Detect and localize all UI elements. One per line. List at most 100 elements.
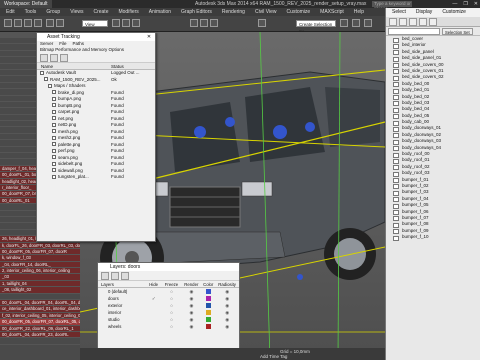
layers-col-name[interactable]: Layers — [98, 281, 146, 287]
layer-active-check[interactable] — [146, 288, 162, 295]
color-swatch[interactable] — [205, 310, 211, 315]
geometry-filter-icon[interactable] — [399, 18, 407, 26]
layer-active-check[interactable] — [146, 316, 162, 323]
menu-item-edit[interactable]: Edit — [6, 9, 15, 15]
render-icon[interactable]: ◉ — [181, 309, 201, 316]
close-button[interactable]: ✕ — [474, 1, 478, 7]
layer-color[interactable] — [201, 316, 215, 323]
color-swatch[interactable] — [205, 289, 211, 294]
render-icon[interactable]: ◉ — [181, 323, 201, 330]
angle-snap-icon[interactable] — [200, 19, 208, 27]
link-icon[interactable] — [24, 19, 32, 27]
menu-item-help[interactable]: Help — [354, 9, 364, 15]
layers-col-freeze[interactable]: Freeze — [162, 281, 182, 287]
layer-color[interactable] — [201, 295, 215, 302]
move-icon[interactable] — [112, 19, 120, 27]
layer-row[interactable]: 0 (default) ○ ◉ ◉ — [98, 288, 239, 295]
color-swatch[interactable] — [205, 296, 211, 301]
layer-row[interactable]: studio ○ ◉ ◉ — [98, 316, 239, 323]
minimize-button[interactable]: — — [452, 1, 457, 7]
freeze-icon[interactable]: ○ — [162, 302, 182, 309]
rotate-icon[interactable] — [122, 19, 130, 27]
scene-list-row[interactable] — [0, 338, 80, 345]
layer-active-check[interactable]: ✓ — [146, 295, 162, 302]
select-icon[interactable] — [46, 19, 54, 27]
maximize-button[interactable]: ❐ — [463, 1, 467, 7]
mirror-icon[interactable] — [258, 19, 266, 27]
radiosity-icon[interactable]: ◉ — [215, 323, 239, 330]
delete-layer-icon[interactable] — [111, 272, 119, 280]
freeze-icon[interactable]: ○ — [162, 316, 182, 323]
shapes-filter-icon[interactable] — [409, 18, 417, 26]
new-layer-icon[interactable] — [101, 272, 109, 280]
menu-item-create[interactable]: Create — [93, 9, 108, 15]
color-swatch[interactable] — [205, 303, 211, 308]
scale-icon[interactable] — [132, 19, 140, 27]
layer-color[interactable] — [201, 302, 215, 309]
percent-snap-icon[interactable] — [210, 19, 218, 27]
layer-manager-icon[interactable] — [340, 19, 348, 27]
selection-set-dropdown[interactable]: Create Selection Se — [296, 20, 336, 34]
menu-item-tools[interactable]: Tools — [25, 9, 37, 15]
render-icon[interactable]: ◉ — [181, 302, 201, 309]
close-icon[interactable]: ✕ — [144, 33, 154, 41]
layer-active-check[interactable] — [146, 323, 162, 330]
menu-item-animation[interactable]: Animation — [149, 9, 171, 15]
cameras-filter-icon[interactable] — [429, 18, 437, 26]
menu-item-maxscript[interactable]: MAXScript — [320, 9, 344, 15]
radiosity-icon[interactable]: ◉ — [215, 295, 239, 302]
layer-row[interactable]: wheels ○ ◉ ◉ — [98, 323, 239, 330]
add-time-tag-button[interactable]: Add Time Tag — [260, 354, 287, 359]
asset-row[interactable]: tungsten_plat... Found — [37, 174, 155, 181]
select-region-icon[interactable] — [56, 19, 64, 27]
layer-color[interactable] — [201, 323, 215, 330]
layer-active-check[interactable] — [146, 309, 162, 316]
radiosity-icon[interactable]: ◉ — [215, 302, 239, 309]
menu-item-customize[interactable]: Customize — [287, 9, 311, 15]
column-name[interactable]: Name — [37, 63, 111, 69]
checkout-icon[interactable] — [50, 54, 58, 62]
layers-col-render[interactable]: Render — [181, 281, 201, 287]
menu-item-group[interactable]: Group — [46, 9, 60, 15]
layers-title-bar[interactable]: Layers: doors — [98, 263, 239, 271]
render-icon[interactable]: ◉ — [181, 316, 201, 323]
menu-item-civil-view[interactable]: Civil View — [255, 9, 277, 15]
column-status[interactable]: Status — [111, 63, 124, 69]
snap-icon[interactable] — [190, 19, 198, 27]
menu-item-select[interactable]: Select — [392, 8, 406, 17]
menu-item-modifiers[interactable]: Modifiers — [118, 9, 138, 15]
menu-item-rendering[interactable]: Rendering — [222, 9, 245, 15]
undo-icon[interactable] — [4, 19, 12, 27]
freeze-icon[interactable]: ○ — [162, 323, 182, 330]
filter-icon[interactable] — [389, 18, 397, 26]
layers-col-hide[interactable]: Hide — [146, 281, 162, 287]
radiosity-icon[interactable]: ◉ — [215, 288, 239, 295]
layers-col-color[interactable]: Color — [201, 281, 215, 287]
render-icon[interactable] — [364, 19, 372, 27]
layer-color[interactable] — [201, 288, 215, 295]
layer-row[interactable]: exterior ○ ◉ ◉ — [98, 302, 239, 309]
workspace-selector[interactable]: Workspace: Default — [0, 0, 52, 8]
menu-item-display[interactable]: Display — [416, 8, 432, 17]
search-input[interactable]: Type a keyword or phrase — [372, 1, 412, 11]
render-setup-icon[interactable] — [352, 19, 360, 27]
layer-row[interactable]: doors ✓ ○ ◉ ◉ — [98, 295, 239, 302]
freeze-icon[interactable]: ○ — [162, 295, 182, 302]
render-icon[interactable]: ◉ — [181, 288, 201, 295]
checkin-icon[interactable] — [60, 54, 68, 62]
add-to-layer-icon[interactable] — [121, 272, 129, 280]
radiosity-icon[interactable]: ◉ — [215, 309, 239, 316]
scene-object-item[interactable]: bumper_f_10 — [386, 234, 480, 242]
unlink-icon[interactable] — [34, 19, 42, 27]
refresh-icon[interactable] — [40, 54, 48, 62]
render-icon[interactable]: ◉ — [181, 295, 201, 302]
view-dropdown[interactable]: View — [82, 20, 108, 27]
color-swatch[interactable] — [205, 317, 211, 322]
radiosity-icon[interactable]: ◉ — [215, 316, 239, 323]
menu-item-customize[interactable]: Customize — [442, 8, 466, 17]
layers-col-radiosity[interactable]: Radiosity — [215, 281, 239, 287]
layer-active-check[interactable] — [146, 302, 162, 309]
freeze-icon[interactable]: ○ — [162, 288, 182, 295]
menu-item-views[interactable]: Views — [70, 9, 83, 15]
layer-row[interactable]: interior ○ ◉ ◉ — [98, 309, 239, 316]
